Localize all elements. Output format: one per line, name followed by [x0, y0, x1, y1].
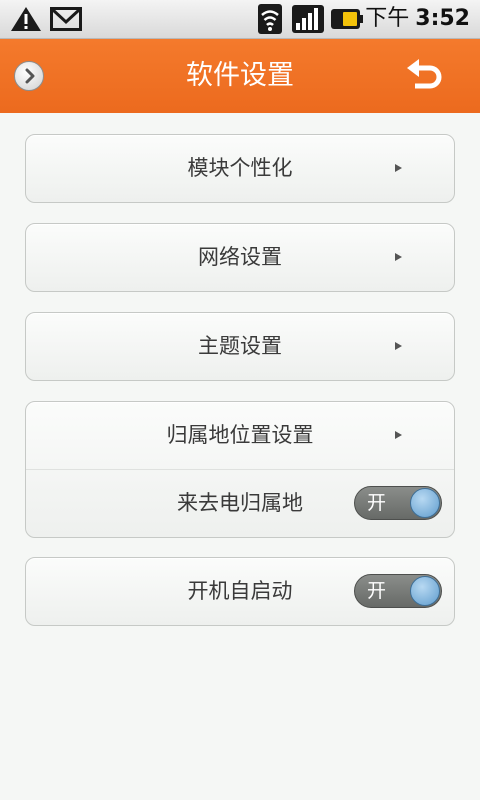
setting-item-theme[interactable]: 主题设置	[26, 313, 454, 380]
status-time: 3:52	[415, 6, 470, 31]
signal-icon	[292, 5, 324, 37]
chevron-right-icon	[395, 431, 402, 439]
card-module-personalization: 模块个性化	[25, 134, 455, 203]
card-location: 归属地位置设置 来去电归属地 开	[25, 401, 455, 538]
auto-start-toggle[interactable]: 开	[354, 574, 442, 608]
warning-icon	[10, 6, 42, 36]
back-arrow-icon[interactable]	[406, 57, 444, 99]
incoming-call-location-toggle[interactable]: 开	[354, 486, 442, 520]
setting-label: 网络设置	[198, 245, 282, 269]
card-auto-start: 开机自启动 开	[25, 557, 455, 626]
status-bar: 下午 3:52	[0, 0, 480, 39]
card-network: 网络设置	[25, 223, 455, 292]
chevron-right-icon	[395, 342, 402, 350]
toggle-state-label: 开	[367, 492, 387, 514]
card-theme: 主题设置	[25, 312, 455, 381]
chevron-right-icon	[395, 253, 402, 261]
status-ampm: 下午	[365, 6, 410, 31]
toggle-knob	[410, 576, 440, 606]
wifi-icon	[258, 4, 282, 38]
setting-item-location-display[interactable]: 归属地位置设置	[26, 402, 454, 469]
setting-item-network[interactable]: 网络设置	[26, 224, 454, 291]
title-bar: 软件设置	[0, 39, 480, 113]
chevron-right-icon	[395, 164, 402, 172]
toggle-knob	[410, 488, 440, 518]
setting-label: 主题设置	[198, 334, 282, 358]
setting-item-module-personalization[interactable]: 模块个性化	[26, 135, 454, 202]
setting-label: 模块个性化	[187, 156, 293, 180]
toggle-state-label: 开	[367, 580, 387, 602]
setting-label: 归属地位置设置	[166, 423, 314, 447]
gmail-icon	[50, 7, 82, 35]
battery-icon	[331, 9, 363, 33]
status-clock: 下午 3:52	[365, 5, 470, 33]
setting-item-auto-start: 开机自启动 开	[26, 558, 454, 625]
setting-item-incoming-call-location: 来去电归属地 开	[26, 469, 454, 537]
